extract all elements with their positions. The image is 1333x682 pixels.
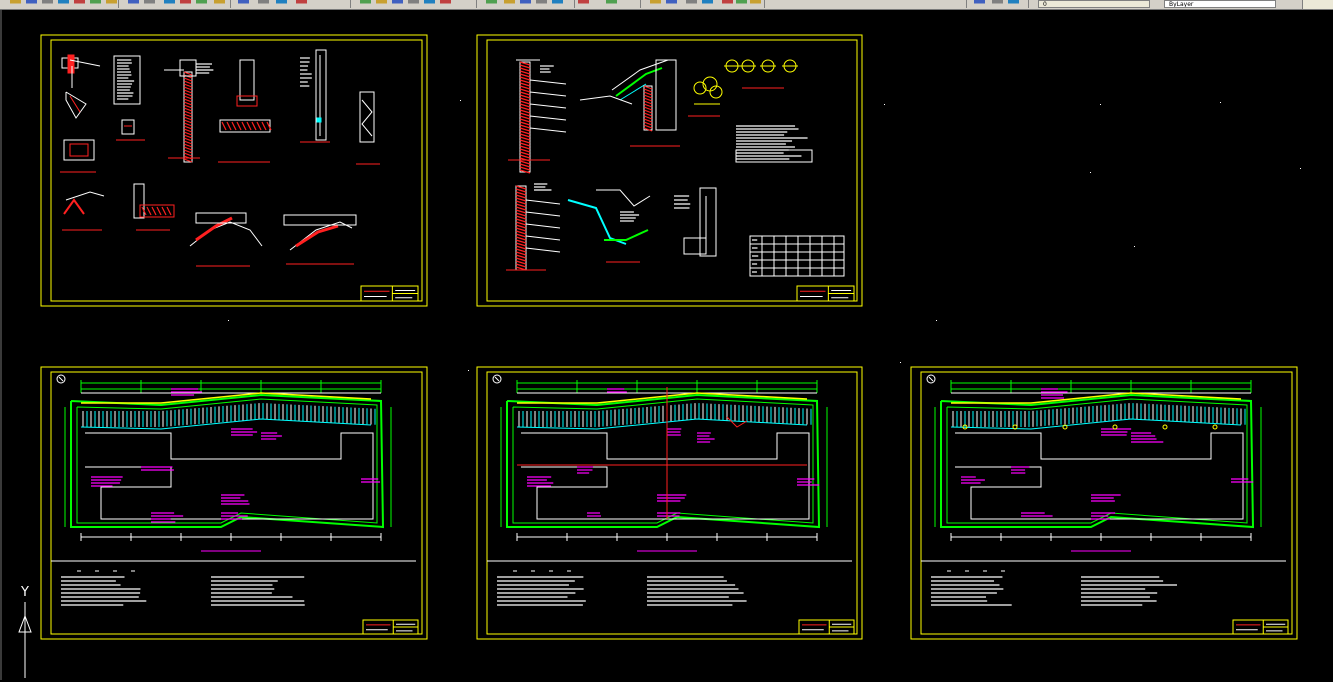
- copy-icon[interactable]: [58, 0, 69, 8]
- layer-state-icon[interactable]: [974, 0, 985, 8]
- sheet-detail-1: [40, 34, 428, 307]
- detail-drawings-2: [506, 59, 855, 302]
- paste-icon[interactable]: [74, 0, 85, 8]
- open-icon[interactable]: [10, 0, 21, 8]
- site-plan-3: [921, 374, 1289, 635]
- help-icon[interactable]: [736, 0, 747, 8]
- toolbar-separator: [764, 0, 765, 8]
- drawing-canvas[interactable]: [2, 10, 1333, 680]
- toolbar-scroll[interactable]: [1302, 0, 1333, 9]
- toolbar-separator: [230, 0, 231, 8]
- pile-row: [80, 403, 376, 430]
- detail-drawings-1: [60, 49, 419, 302]
- design-center-icon[interactable]: [686, 0, 697, 8]
- title-block: [798, 619, 855, 635]
- sheet-detail-2: [476, 34, 863, 307]
- tool-palettes-icon[interactable]: [702, 0, 713, 8]
- schedule-table: [749, 235, 845, 277]
- save-icon[interactable]: [1008, 0, 1019, 8]
- match-properties-icon[interactable]: [90, 0, 101, 8]
- zoom-previous-icon[interactable]: [196, 0, 207, 8]
- match-properties-icon[interactable]: [504, 0, 515, 8]
- zoom-window-icon[interactable]: [180, 0, 191, 8]
- toolbar-separator: [118, 0, 119, 8]
- general-notes: [61, 570, 305, 606]
- title-block: [796, 285, 855, 302]
- toolbar-separator: [476, 0, 477, 8]
- cut-icon[interactable]: [42, 0, 53, 8]
- title-block: [1232, 619, 1289, 635]
- help-icon[interactable]: [296, 0, 307, 8]
- zoom-previous-icon[interactable]: [650, 0, 661, 8]
- zoom-realtime-icon[interactable]: [164, 0, 175, 8]
- site-plan-2: [487, 374, 855, 635]
- tool-palettes-icon[interactable]: [258, 0, 269, 8]
- cut-icon[interactable]: [424, 0, 435, 8]
- ucs-icon: Y: [14, 578, 38, 678]
- open-icon[interactable]: [992, 0, 1003, 8]
- save-icon[interactable]: [408, 0, 419, 8]
- title-block: [360, 285, 419, 302]
- calculator-icon[interactable]: [276, 0, 287, 8]
- general-notes: [931, 570, 1178, 606]
- linetype-combo[interactable]: ByLayer: [1164, 0, 1276, 8]
- undo-icon[interactable]: [520, 0, 531, 8]
- annotations: [91, 388, 381, 523]
- save-icon[interactable]: [26, 0, 37, 8]
- pan-icon[interactable]: [144, 0, 155, 8]
- toolbar-separator: [640, 0, 641, 8]
- copy-icon[interactable]: [440, 0, 451, 8]
- pile-row: [950, 403, 1246, 430]
- toolbar-separator: [350, 0, 351, 8]
- redo-icon[interactable]: [128, 0, 139, 8]
- redo-icon[interactable]: [536, 0, 547, 8]
- pan-icon[interactable]: [552, 0, 563, 8]
- site-plan-1: [51, 374, 419, 635]
- toolbar-separator: [966, 0, 967, 8]
- zoom-window-icon[interactable]: [606, 0, 617, 8]
- layer-combo[interactable]: 0: [1038, 0, 1150, 8]
- toolbar-separator: [1028, 0, 1029, 8]
- properties-icon[interactable]: [666, 0, 677, 8]
- pile-row: [516, 403, 812, 430]
- open-icon[interactable]: [392, 0, 403, 8]
- title-block: [362, 619, 419, 635]
- calculator-icon[interactable]: [722, 0, 733, 8]
- properties-icon[interactable]: [214, 0, 225, 8]
- toolbar-separator: [574, 0, 575, 8]
- ucs-y-label: Y: [20, 585, 29, 600]
- undo-icon[interactable]: [106, 0, 117, 8]
- layer-properties-icon[interactable]: [360, 0, 371, 8]
- layer-properties-icon[interactable]: [750, 0, 761, 8]
- standard-toolbar: 0 ByLayer: [0, 0, 1333, 10]
- model-space: [40, 34, 1301, 640]
- zoom-realtime-icon[interactable]: [578, 0, 589, 8]
- general-notes: [497, 570, 747, 606]
- paste-icon[interactable]: [486, 0, 497, 8]
- layer-state-icon[interactable]: [376, 0, 387, 8]
- design-center-icon[interactable]: [238, 0, 249, 8]
